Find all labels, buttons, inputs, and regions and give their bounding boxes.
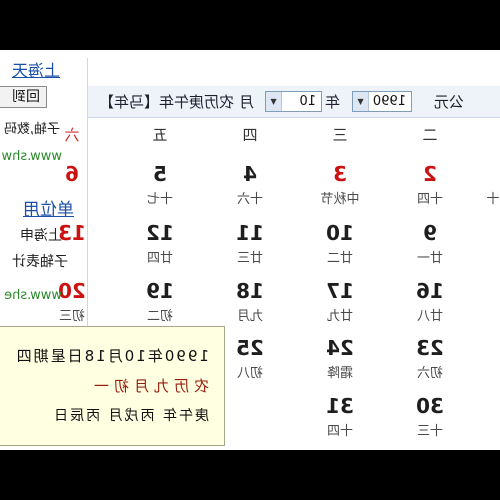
lunar-year-label: 农历庚午年【马年】 (98, 93, 234, 111)
day-number: 2 (423, 162, 437, 186)
lunar-date: 廿九 (327, 309, 354, 324)
ad-line[interactable]: 子轴表计 (12, 254, 68, 271)
day-cell[interactable]: 11 廿三 (210, 221, 290, 277)
month-label: 月 (238, 93, 254, 111)
day-number: 16 (416, 279, 444, 303)
day-number: 24 (326, 336, 354, 360)
day-number: 30 (416, 394, 444, 418)
lunar-date: 初二 (147, 309, 174, 324)
lunar-date: 廿二 (327, 251, 354, 266)
era-label: 公元 (433, 93, 464, 111)
lunar-date: 十 (486, 192, 500, 207)
lunar-date: 廿八 (417, 309, 444, 324)
tooltip-ganzhi: 庚午年 丙戌月 丙辰日 (52, 408, 209, 424)
day-cell[interactable]: 16 廿八 (390, 279, 470, 335)
lunar-date: 十七 (147, 192, 174, 207)
day-cell[interactable]: 4 十六 (210, 162, 290, 218)
year-label: 年 (324, 93, 340, 111)
lunar-date: 十四 (327, 424, 354, 439)
month-select-value: 10 (299, 94, 316, 109)
day-number: 17 (326, 279, 354, 303)
day-number: 18 (236, 279, 264, 303)
year-select-value: 1990 (372, 94, 406, 109)
lunar-date: 十三 (417, 424, 444, 439)
sidebar: 上海天 回到 子轴,数码 www.shw 单位用 上海申 子轴表计 www.sh… (0, 50, 88, 330)
calendar-toolbar: 公元 1990 年 10 月 农历庚午年【马年】 (88, 86, 500, 118)
lunar-date: 廿三 (237, 251, 264, 266)
lunar-date: 十四 (417, 192, 444, 207)
lunar-date: 十六 (237, 192, 264, 207)
day-number: 12 (146, 221, 174, 245)
lunar-date: 廿四 (147, 251, 174, 266)
sidebar-top-link[interactable]: 上海天 (12, 61, 60, 80)
month-select[interactable]: 10 (265, 91, 322, 112)
tooltip-date: 1990年10月18日星期四 (14, 347, 209, 365)
day-number: 11 (236, 221, 264, 245)
day-cell[interactable]: 23 初六 (390, 336, 470, 392)
day-cell[interactable]: 24 霜降 (300, 336, 380, 392)
day-cell[interactable]: 2 十四 (390, 162, 470, 218)
ad-url[interactable]: www.shw (2, 149, 62, 165)
back-button-label: 回到 (12, 89, 40, 105)
ad-url[interactable]: www.she (4, 288, 62, 304)
day-number: 3 (333, 162, 347, 186)
day-number: 23 (416, 336, 444, 360)
calendar-screenshot: 公元 1990 年 10 月 农历庚午年【马年】 二 三 四 五 六 十2十四3… (0, 0, 500, 500)
back-to-today-button[interactable]: 回到 (0, 86, 47, 108)
date-tooltip: 1990年10月18日星期四 农历九月初一 庚午年 丙戌月 丙辰日 (0, 326, 225, 446)
ad-line[interactable]: 上海申 (20, 228, 62, 245)
day-number: 31 (326, 394, 354, 418)
ad-line[interactable]: 子轴,数码 (4, 122, 60, 138)
bottom-letterbox (0, 450, 500, 500)
day-number: 4 (243, 162, 257, 186)
lunar-date: 初六 (417, 366, 444, 381)
lunar-date: 廿一 (417, 251, 444, 266)
day-cell[interactable]: 5 十七 (120, 162, 200, 218)
year-select[interactable]: 1990 (352, 91, 412, 112)
day-cell[interactable]: 30 十三 (390, 394, 470, 450)
day-number: 9 (423, 221, 437, 245)
chevron-down-icon[interactable] (266, 92, 282, 111)
chevron-down-icon[interactable] (353, 92, 369, 111)
day-cell[interactable]: 10 廿二 (300, 221, 380, 277)
day-number: 10 (326, 221, 354, 245)
day-number: 5 (153, 162, 167, 186)
lunar-date: 霜降 (327, 366, 354, 381)
day-cell[interactable]: 9 廿一 (390, 221, 470, 277)
tooltip-lunar-date: 农历九月初一 (88, 377, 209, 395)
lunar-date: 九月 (237, 309, 264, 324)
day-cell[interactable]: 3 中秋节 (300, 162, 380, 218)
ad-title-link[interactable]: 单位用 (23, 200, 74, 220)
day-cell[interactable]: 31 十四 (300, 394, 380, 450)
day-cell[interactable]: 17 廿九 (300, 279, 380, 335)
lunar-date: 中秋节 (320, 192, 360, 207)
day-number: 19 (146, 279, 174, 303)
day-cell[interactable]: 十 (486, 162, 500, 218)
day-cell[interactable]: 12 廿四 (120, 221, 200, 277)
